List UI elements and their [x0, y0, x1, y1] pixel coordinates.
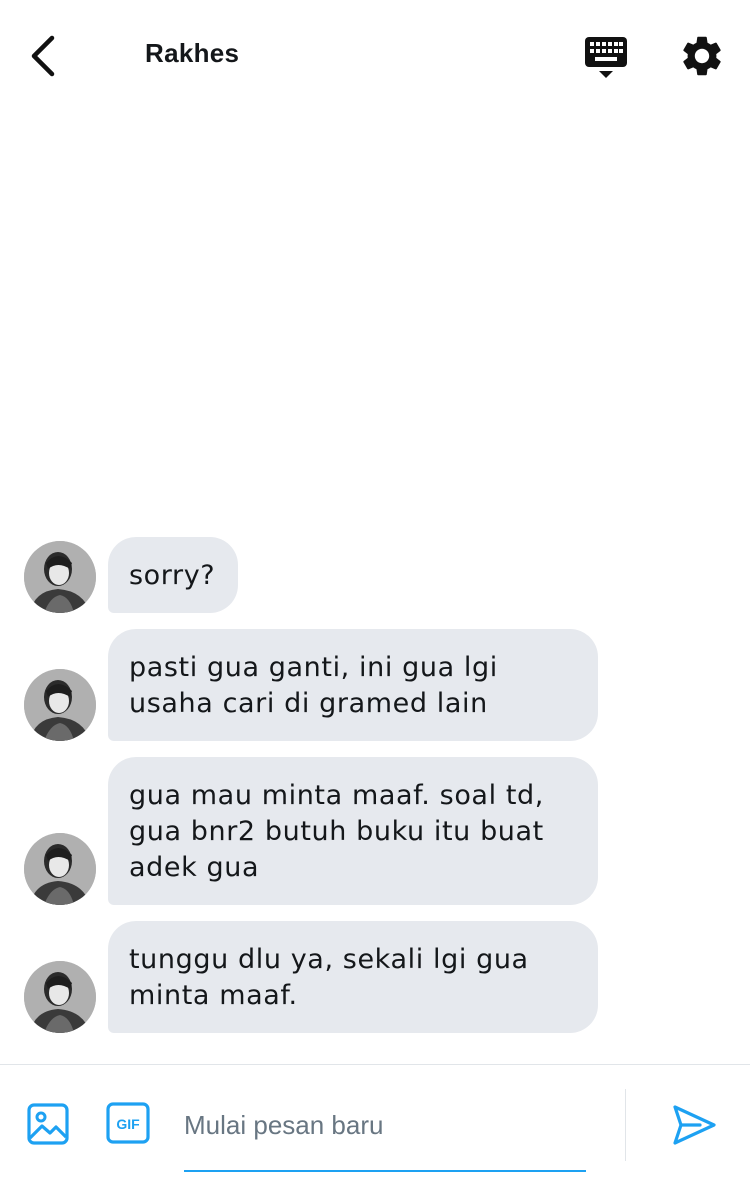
profile-photo: [24, 833, 96, 905]
send-button[interactable]: [670, 1103, 718, 1147]
message-text-line: gua bnr2 butuh buku itu buat: [129, 816, 544, 847]
message-bubble[interactable]: sorry?: [108, 537, 238, 613]
message-text-line: adek gua: [129, 852, 260, 883]
message-text-line: gua mau minta maaf. soal td,: [129, 780, 544, 811]
avatar[interactable]: [24, 833, 96, 905]
gif-label: GIF: [116, 1116, 140, 1132]
message-bubble[interactable]: gua mau minta maaf. soal td, gua bnr2 bu…: [108, 757, 598, 905]
message-bubble[interactable]: tunggu dlu ya, sekali lgi gua minta maaf…: [108, 921, 598, 1033]
gif-icon: GIF: [106, 1102, 150, 1144]
add-photo-button[interactable]: [26, 1102, 70, 1146]
input-underline: [184, 1170, 586, 1172]
profile-photo: [24, 669, 96, 741]
message-text-line: minta maaf.: [129, 980, 298, 1011]
message-text-line: usaha cari di gramed lain: [129, 688, 488, 719]
message-composer: GIF: [0, 1064, 750, 1180]
message-input[interactable]: [184, 1103, 584, 1147]
avatar[interactable]: [24, 669, 96, 741]
message-bubble[interactable]: pasti gua ganti, ini gua lgi usaha cari …: [108, 629, 598, 741]
message-text-line: sorry?: [129, 560, 216, 591]
profile-photo: [24, 961, 96, 1033]
message-text-line: pasti gua ganti, ini gua lgi: [129, 652, 498, 683]
avatar[interactable]: [24, 541, 96, 613]
add-gif-button[interactable]: GIF: [106, 1102, 150, 1144]
avatar[interactable]: [24, 961, 96, 1033]
profile-photo: [24, 541, 96, 613]
send-icon: [673, 1105, 716, 1145]
message-text-line: tunggu dlu ya, sekali lgi gua: [129, 944, 529, 975]
image-icon: [27, 1103, 69, 1145]
divider: [625, 1089, 626, 1161]
message-list[interactable]: sorry? pasti gua ganti, ini gua lgi usah…: [0, 0, 750, 1064]
